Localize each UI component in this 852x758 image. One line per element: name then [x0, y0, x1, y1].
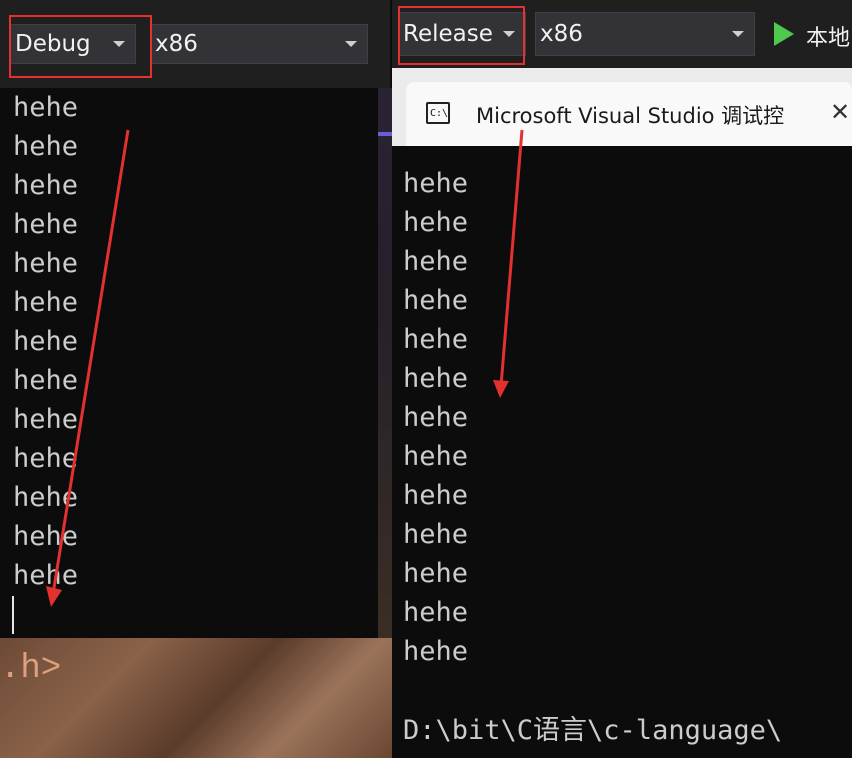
terminal-icon: C:\ [426, 102, 450, 124]
tab-title: Microsoft Visual Studio 调试控 [476, 104, 785, 128]
debug-highlight-box [9, 15, 152, 78]
debug-platform-dropdown[interactable]: x86 [150, 24, 368, 64]
console-output-line: hehe [403, 480, 469, 511]
console-output-line: hehe [403, 363, 469, 394]
console-output-line: hehe [13, 92, 79, 123]
terminal-tab[interactable]: C:\ Microsoft Visual Studio 调试控 ✕ [406, 82, 852, 146]
console-output-line: hehe [13, 482, 79, 513]
console-output-line: hehe [13, 560, 79, 591]
play-icon[interactable] [774, 22, 794, 46]
console-output-line: hehe [403, 285, 469, 316]
release-highlight-box [398, 6, 525, 65]
console-output-line: hehe [13, 365, 79, 396]
dropdown-caret-icon [732, 31, 744, 37]
console-output-line: hehe [13, 521, 79, 552]
debug-toolbar: Debug x86 [0, 0, 390, 88]
run-button-label[interactable]: 本地 [806, 20, 850, 52]
console-output-line: hehe [13, 287, 79, 318]
release-platform-dropdown[interactable]: x86 [535, 12, 755, 56]
console-output-line: hehe [403, 324, 469, 355]
release-platform-value: x86 [540, 21, 583, 47]
console-output-line: hehe [403, 558, 469, 589]
console-output-line: hehe [403, 207, 469, 238]
console-output-line: hehe [403, 246, 469, 277]
console-output-line: hehe [13, 131, 79, 162]
dropdown-caret-icon [345, 41, 357, 47]
debug-output-lines: hehe hehe hehe hehe hehe hehe hehe hehe hehe hehe… [0, 88, 78, 595]
console-output-line: hehe [13, 326, 79, 357]
debug-console: hehe hehe hehe hehe hehe hehe hehe hehe hehe hehe… [0, 88, 378, 638]
console-output-line: hehe [13, 248, 79, 279]
close-icon[interactable]: ✕ [830, 98, 850, 126]
release-output-lines: hehe hehe hehe hehe hehe hehe hehe hehe hehe hehe… [392, 164, 468, 671]
console-output-line: hehe [13, 443, 79, 474]
console-output-line: hehe [403, 519, 469, 550]
debug-platform-value: x86 [155, 31, 198, 57]
background-code-text: .h> [0, 650, 62, 688]
editor-background-strip [378, 88, 392, 638]
console-output-line: hehe [403, 597, 469, 628]
window-titlebar: C:\ Microsoft Visual Studio 调试控 ✕ [392, 68, 852, 146]
text-cursor [12, 596, 14, 634]
console-output-line: hehe [13, 209, 79, 240]
console-output-line: hehe [403, 636, 469, 667]
console-output-line: hehe [13, 404, 79, 435]
working-directory-path: D:\bit\C语言\c-language\ [403, 715, 783, 746]
console-output-line: hehe [403, 441, 469, 472]
console-output-line: hehe [403, 402, 469, 433]
editor-accent-line [378, 132, 392, 136]
console-output-line: hehe [403, 168, 469, 199]
console-output-line: hehe [13, 170, 79, 201]
debug-console-window: C:\ Microsoft Visual Studio 调试控 ✕ hehe he… [392, 68, 852, 758]
